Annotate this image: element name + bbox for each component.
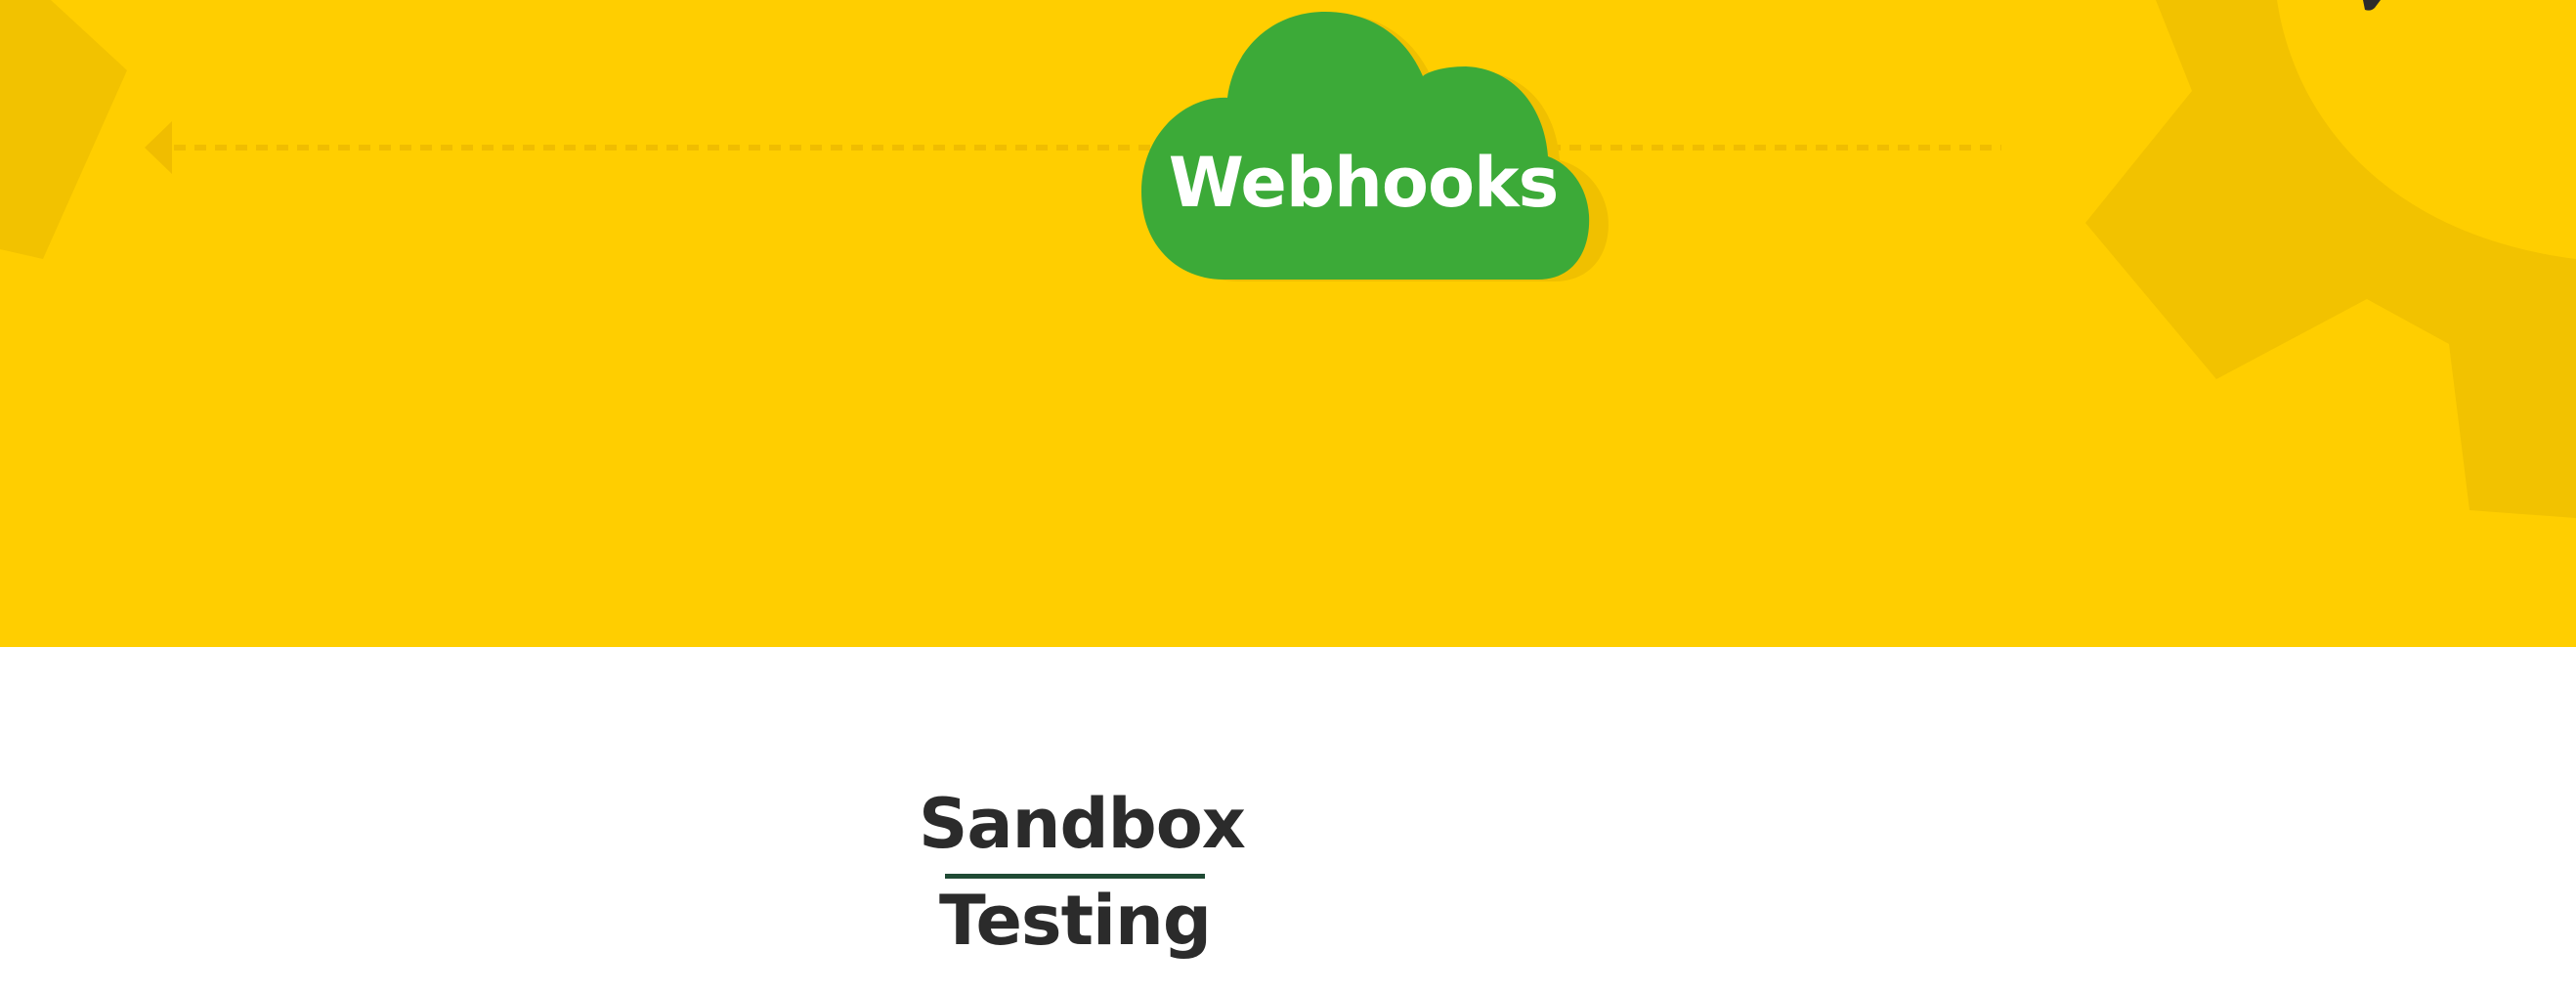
sandbox-testing-heading: Sandbox Testing — [919, 784, 1246, 961]
top-right-fragment — [2363, 0, 2381, 11]
hero-section: Webhooks — [0, 0, 2576, 647]
left-decor-shape — [0, 0, 127, 259]
page: Webhooks Sandbox Testing — [0, 0, 2576, 993]
webhooks-label: Webhooks — [1168, 143, 1560, 223]
arrow-left-icon — [145, 121, 172, 174]
hero-illustration — [0, 0, 2576, 518]
title-divider — [945, 874, 1205, 879]
sandbox-title-line1: Sandbox — [919, 784, 1246, 864]
gear-icon — [2085, 0, 2576, 518]
sandbox-title-line2: Testing — [939, 881, 1212, 961]
